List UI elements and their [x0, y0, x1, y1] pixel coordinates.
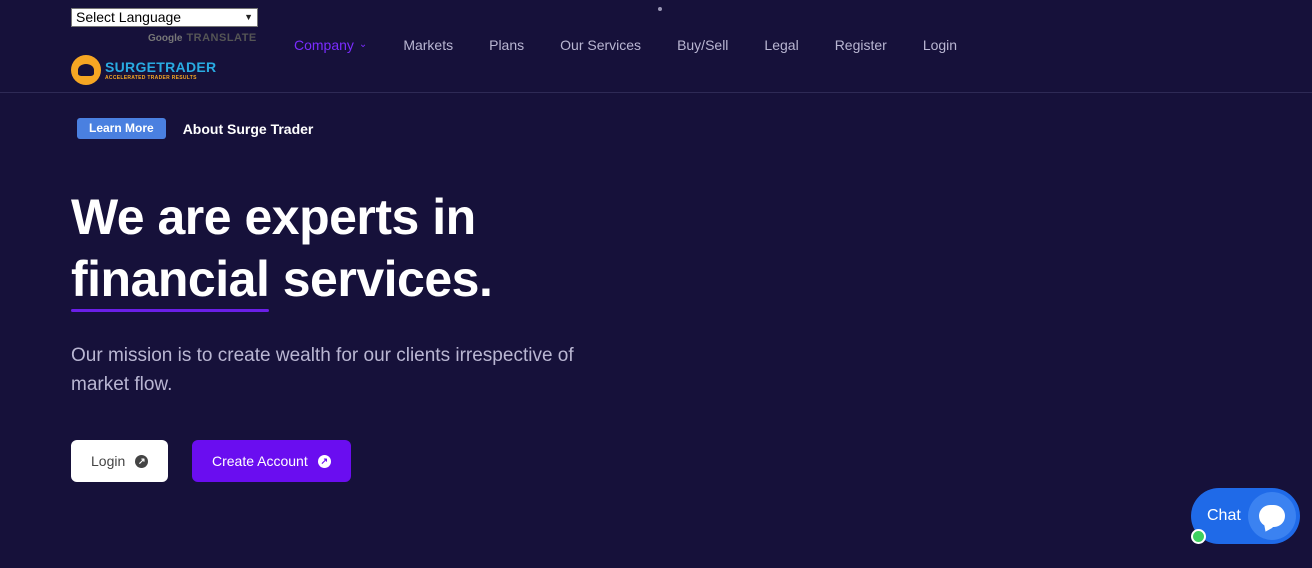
- translate-label: TRANSLATE: [186, 32, 257, 44]
- nav-item-our-services[interactable]: Our Services: [560, 36, 641, 54]
- headline-highlight: financial: [71, 248, 270, 312]
- arrow-up-right-icon: ↗: [135, 454, 149, 468]
- nav-item-markets[interactable]: Markets: [403, 36, 453, 54]
- mission-text: Our mission is to create wealth for our …: [71, 345, 574, 395]
- arrow-up-right-icon: ↗: [317, 454, 331, 468]
- nav-item-plans[interactable]: Plans: [489, 36, 524, 54]
- site-header: Select Language ▼ Google TRANSLATE SURGE…: [0, 0, 1312, 93]
- create-account-label: Create Account: [212, 453, 308, 469]
- login-button-label: Login: [91, 453, 126, 469]
- logo-tagline: ACCELERATED TRADER RESULTS: [105, 74, 197, 81]
- login-button[interactable]: Login ↗: [71, 440, 168, 482]
- nav-item-register[interactable]: Register: [835, 36, 887, 54]
- nav-item-legal[interactable]: Legal: [764, 36, 798, 54]
- site-logo[interactable]: SURGETRADER ACCELERATED TRADER RESULTS: [71, 55, 216, 85]
- nav-item-buy-sell[interactable]: Buy/Sell: [677, 36, 728, 54]
- chevron-down-icon: ⌄: [358, 39, 368, 50]
- nav-item-label: Company: [294, 37, 354, 53]
- bull-logo-icon: [71, 55, 101, 85]
- hero-headline: We are experts in financial services.: [71, 186, 493, 312]
- learn-more-badge[interactable]: Learn More: [77, 118, 166, 139]
- chat-widget-button[interactable]: Chat: [1191, 488, 1300, 544]
- about-badge-row: Learn More About Surge Trader: [77, 118, 313, 139]
- language-select[interactable]: Select Language ▼: [71, 8, 258, 27]
- nav-item-login[interactable]: Login: [923, 36, 957, 54]
- chat-bubble-icon: [1248, 492, 1296, 540]
- create-account-button[interactable]: Create Account ↗: [192, 440, 351, 482]
- chat-label: Chat: [1207, 507, 1241, 524]
- chevron-down-icon: ▼: [244, 12, 253, 22]
- loading-dot: [658, 7, 662, 11]
- headline-rest: services.: [282, 251, 493, 307]
- language-select-value: Select Language: [76, 9, 182, 25]
- about-link[interactable]: About Surge Trader: [183, 121, 314, 137]
- main-nav: Company ⌄ Markets Plans Our Services Buy…: [294, 36, 993, 54]
- google-label: Google: [148, 33, 183, 44]
- headline-line-1: We are experts in: [71, 189, 476, 245]
- online-status-indicator: [1191, 529, 1206, 544]
- google-translate-credit[interactable]: Google TRANSLATE: [148, 32, 257, 44]
- logo-brand: SURGETRADER: [105, 58, 217, 75]
- nav-item-company[interactable]: Company ⌄: [294, 36, 367, 54]
